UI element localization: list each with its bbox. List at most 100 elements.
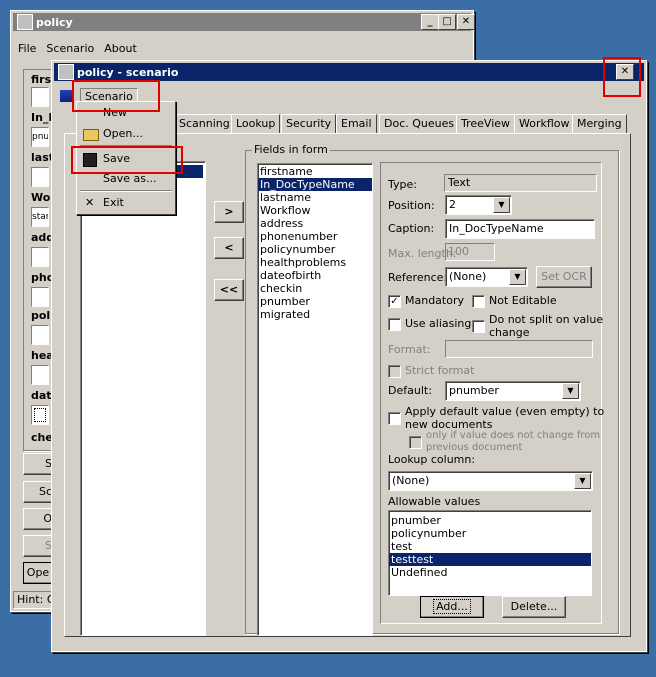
bg-button-2[interactable]: Sc: [23, 481, 53, 503]
tab-security[interactable]: Security: [281, 114, 337, 134]
lookup-column-dropdown-icon[interactable]: ▼: [574, 473, 591, 489]
fields-in-form-item[interactable]: pnumber: [258, 295, 372, 308]
fields-in-form-item[interactable]: dateofbirth: [258, 269, 372, 282]
default-label: Default:: [388, 384, 432, 397]
fields-in-form-item[interactable]: migrated: [258, 308, 372, 321]
position-combo[interactable]: 2 ▼: [445, 195, 512, 215]
format-input: [445, 340, 593, 358]
bg-input-date[interactable]: [31, 405, 49, 425]
background-title-bar: policy _ □ ✕: [13, 13, 475, 31]
tab-email[interactable]: Email: [336, 114, 377, 134]
allowable-value-item[interactable]: test: [389, 540, 591, 553]
delete-value-button[interactable]: Delete...: [502, 596, 566, 618]
fields-in-form-item[interactable]: policynumber: [258, 243, 372, 256]
scenario-window-title: policy - scenario: [77, 65, 179, 79]
fields-in-form-title: Fields in form: [252, 143, 330, 156]
close-x-icon: ✕: [85, 196, 95, 209]
fields-in-form-item[interactable]: In_DocTypeName: [258, 178, 372, 191]
maxlength-input: 100: [445, 243, 495, 261]
bg-input-first[interactable]: [31, 87, 49, 107]
menu-item-exit[interactable]: ✕ Exit: [79, 194, 173, 212]
bg-button-1[interactable]: S: [23, 453, 53, 475]
bg-button-3[interactable]: O: [23, 508, 53, 530]
no-split-label-line2: change: [489, 326, 530, 339]
fields-in-form-item[interactable]: Workflow: [258, 204, 372, 217]
not-editable-checkbox[interactable]: [472, 295, 485, 308]
remove-all-button[interactable]: <<: [214, 279, 244, 301]
remove-field-button[interactable]: <: [214, 237, 244, 259]
fields-in-form-item[interactable]: healthproblems: [258, 256, 372, 269]
allowable-value-item[interactable]: testtest: [389, 553, 591, 566]
tab-lookup[interactable]: Lookup: [231, 114, 281, 134]
tab-merging[interactable]: Merging: [572, 114, 627, 134]
mandatory-label: Mandatory: [405, 294, 465, 307]
set-ocr-button[interactable]: Set OCR: [536, 266, 592, 288]
use-aliasing-label: Use aliasing: [405, 317, 472, 330]
use-aliasing-checkbox[interactable]: [388, 318, 401, 331]
tab-doc-queues[interactable]: Doc. Queues: [379, 114, 460, 134]
reference-label: Reference:: [388, 271, 448, 284]
default-value: pnumber: [449, 384, 499, 397]
reference-value: (None): [449, 270, 487, 283]
highlight-save-item: [71, 146, 183, 174]
position-dropdown-icon[interactable]: ▼: [493, 197, 510, 213]
apply-default-label-line1: Apply default value (even empty) to: [405, 405, 605, 418]
fields-in-form-list[interactable]: firstname In_DocTypeName lastname Workflow a…: [257, 163, 373, 636]
highlight-scenario-menu: [72, 80, 160, 112]
bg-input-add[interactable]: [31, 247, 49, 267]
not-editable-label: Not Editable: [489, 294, 557, 307]
menu-scenario[interactable]: Scenario: [41, 42, 99, 55]
tab-treeview[interactable]: TreeView: [456, 114, 516, 134]
allowable-value-item[interactable]: pnumber: [389, 514, 591, 527]
fields-in-form-item[interactable]: lastname: [258, 191, 372, 204]
type-field: Text: [444, 174, 597, 192]
position-label: Position:: [388, 199, 435, 212]
position-value: 2: [449, 198, 456, 211]
default-dropdown-icon[interactable]: ▼: [562, 383, 579, 399]
bg-label-in-i: In_I: [31, 111, 53, 124]
fields-in-form-item[interactable]: checkin: [258, 282, 372, 295]
available-fields-list[interactable]: [80, 161, 206, 636]
bg-button-4[interactable]: S: [23, 535, 53, 557]
allowable-values-list[interactable]: pnumber policynumber test testtest Undefined: [388, 510, 592, 596]
bg-input-in-i[interactable]: pnu: [31, 127, 49, 147]
bg-label-che: che: [31, 431, 53, 444]
bg-input-hea[interactable]: [31, 365, 49, 385]
minimize-button[interactable]: _: [421, 14, 439, 30]
close-button[interactable]: ✕: [457, 14, 475, 30]
tab-scanning[interactable]: Scanning: [174, 114, 235, 134]
bg-input-pho[interactable]: [31, 287, 49, 307]
apply-default-checkbox[interactable]: [388, 412, 401, 425]
fields-in-form-item[interactable]: phonenumber: [258, 230, 372, 243]
reference-combo[interactable]: (None) ▼: [445, 267, 528, 287]
background-menubar: File Scenario About: [13, 39, 471, 57]
menu-about[interactable]: About: [99, 42, 142, 55]
menu-separator-2: [80, 190, 172, 192]
fields-in-form-item[interactable]: address: [258, 217, 372, 230]
no-split-checkbox[interactable]: [472, 320, 485, 333]
bg-input-poli[interactable]: [31, 325, 49, 345]
fields-in-form-item[interactable]: firstname: [258, 165, 372, 178]
bg-input-last[interactable]: [31, 167, 49, 187]
reference-dropdown-icon[interactable]: ▼: [509, 269, 526, 285]
strict-format-checkbox: [388, 365, 401, 378]
default-combo[interactable]: pnumber ▼: [445, 381, 581, 401]
lookup-column-combo[interactable]: (None) ▼: [388, 471, 593, 491]
only-if-checkbox: [409, 436, 422, 449]
caption-input[interactable]: In_DocTypeName: [445, 219, 595, 239]
allowable-values-label: Allowable values: [388, 495, 481, 508]
mandatory-checkbox[interactable]: ✓: [388, 295, 401, 308]
tab-workflow[interactable]: Workflow: [514, 114, 575, 134]
bg-button-open[interactable]: Ope: [23, 562, 53, 584]
background-window-title: policy: [36, 15, 73, 29]
bg-input-wor[interactable]: star: [31, 207, 49, 227]
menu-item-open[interactable]: Open...: [79, 125, 173, 143]
open-folder-icon: [83, 129, 99, 141]
maximize-button[interactable]: □: [438, 14, 456, 30]
add-value-button[interactable]: Add...: [420, 596, 484, 618]
allowable-value-item[interactable]: policynumber: [389, 527, 591, 540]
allowable-value-item[interactable]: Undefined: [389, 566, 591, 579]
menu-file[interactable]: File: [13, 42, 41, 55]
add-field-button[interactable]: >: [214, 201, 244, 223]
caption-value: In_DocTypeName: [449, 222, 544, 235]
